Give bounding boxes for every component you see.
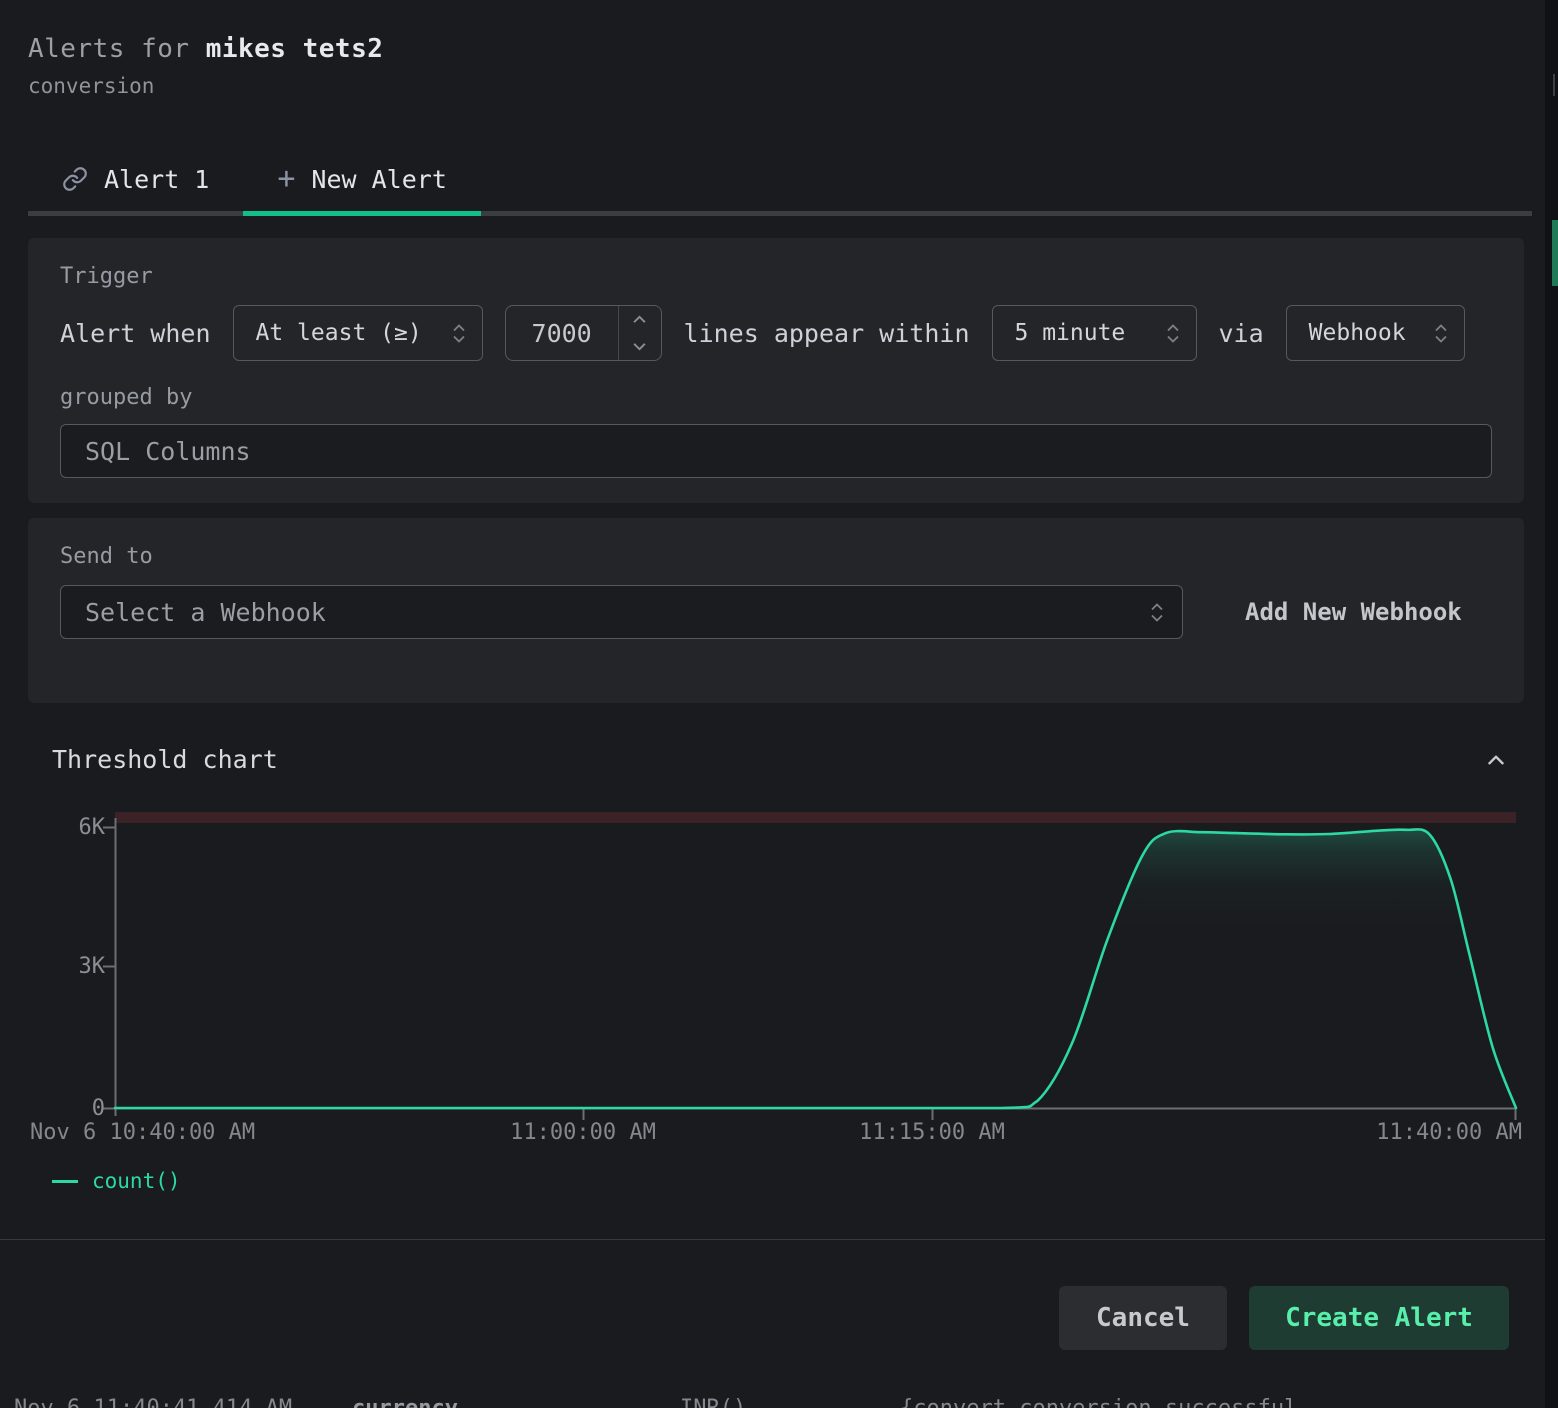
condition-select[interactable]: At least (≥) [233, 305, 483, 361]
trigger-panel: Trigger Alert when At least (≥) 7000 [28, 238, 1524, 503]
alert-modal: Alerts for mikes tets2 conversion Alert … [0, 0, 1545, 1408]
alert-when-label: Alert when [60, 319, 211, 348]
threshold-value: 7000 [506, 306, 618, 360]
y-tick-3k: 3K [35, 954, 105, 979]
alert-tabbar: Alert 1 + New Alert [0, 142, 1545, 216]
plus-icon: + [277, 164, 295, 194]
chart-legend: count() [52, 1169, 1545, 1193]
tab-new-alert[interactable]: + New Alert [243, 142, 481, 216]
page-subtitle: conversion [28, 74, 1545, 98]
background-row-value: INR() [680, 1396, 746, 1408]
tab-alert-1-label: Alert 1 [104, 165, 209, 194]
grouped-by-placeholder: SQL Columns [85, 437, 251, 466]
page-behind-modal [1545, 0, 1558, 1408]
grouped-by-input[interactable]: SQL Columns [60, 424, 1492, 478]
create-alert-button[interactable]: Create Alert [1249, 1286, 1509, 1350]
send-to-label: Send to [60, 544, 1492, 569]
trigger-section-label: Trigger [60, 264, 1492, 289]
threshold-number-input[interactable]: 7000 [505, 305, 662, 361]
cancel-button[interactable]: Cancel [1059, 1286, 1227, 1350]
condition-select-value: At least (≥) [256, 320, 422, 346]
threshold-chart-header: Threshold chart [52, 745, 1509, 774]
lines-appear-label: lines appear within [684, 319, 970, 348]
page-title-name: mikes tets2 [206, 34, 384, 64]
threshold-stepper [618, 306, 661, 360]
page-title: Alerts for mikes tets2 [28, 34, 1545, 64]
threshold-band [115, 812, 1516, 823]
chevron-updown-icon [1150, 603, 1164, 622]
window-select[interactable]: 5 minute [992, 305, 1197, 361]
legend-series-label: count() [92, 1169, 181, 1193]
footer: Cancel Create Alert [0, 1240, 1545, 1350]
send-to-panel: Send to Select a Webhook Add New Webhook [28, 518, 1524, 703]
page-title-prefix: Alerts for [28, 34, 206, 64]
background-line-fragment [1553, 74, 1555, 96]
x-tick-1115: 11:15:00 AM [859, 1120, 1005, 1145]
webhook-select[interactable]: Select a Webhook [60, 585, 1183, 639]
link-icon [62, 166, 88, 192]
tab-new-alert-label: New Alert [311, 165, 446, 194]
send-to-row: Select a Webhook Add New Webhook [60, 585, 1492, 639]
modal-header: Alerts for mikes tets2 conversion [0, 0, 1545, 98]
background-row-service: currency [352, 1396, 458, 1408]
y-tick-6k: 6K [35, 815, 105, 840]
series-area [115, 829, 1516, 1108]
threshold-chart-canvas [0, 786, 1558, 1151]
stepper-down-button[interactable] [619, 333, 661, 360]
trigger-row: Alert when At least (≥) 7000 [60, 305, 1492, 361]
background-row-message: {convert conversion successful [900, 1396, 1297, 1408]
y-tick-0: 0 [35, 1096, 105, 1121]
background-row-timestamp: Nov 6 11:40:41.414 AM [14, 1396, 292, 1408]
background-green-fragment [1552, 220, 1558, 286]
x-tick-1040: Nov 6 10:40:00 AM [30, 1120, 255, 1145]
chevron-updown-icon [1434, 324, 1448, 343]
chevron-updown-icon [452, 324, 466, 343]
grouped-by-label: grouped by [60, 385, 1492, 410]
background-log-row: Nov 6 11:40:41.414 AM currency INR() {co… [0, 1396, 1558, 1408]
legend-line-swatch [52, 1180, 78, 1183]
via-label: via [1219, 319, 1264, 348]
channel-select[interactable]: Webhook [1286, 305, 1465, 361]
webhook-select-placeholder: Select a Webhook [85, 598, 326, 627]
chevron-updown-icon [1166, 324, 1180, 343]
channel-select-value: Webhook [1309, 320, 1406, 346]
x-tick-1140: 11:40:00 AM [1376, 1120, 1522, 1145]
threshold-chart: 6K 3K 0 Nov 6 10:40:00 AM 11:00:00 AM 11… [0, 786, 1558, 1151]
chevron-up-icon[interactable] [1483, 747, 1509, 773]
add-new-webhook-button[interactable]: Add New Webhook [1245, 598, 1462, 626]
window-select-value: 5 minute [1015, 320, 1126, 346]
x-tick-1100: 11:00:00 AM [510, 1120, 656, 1145]
threshold-chart-title: Threshold chart [52, 745, 278, 774]
tab-alert-1[interactable]: Alert 1 [28, 142, 243, 216]
stepper-up-button[interactable] [619, 306, 661, 333]
